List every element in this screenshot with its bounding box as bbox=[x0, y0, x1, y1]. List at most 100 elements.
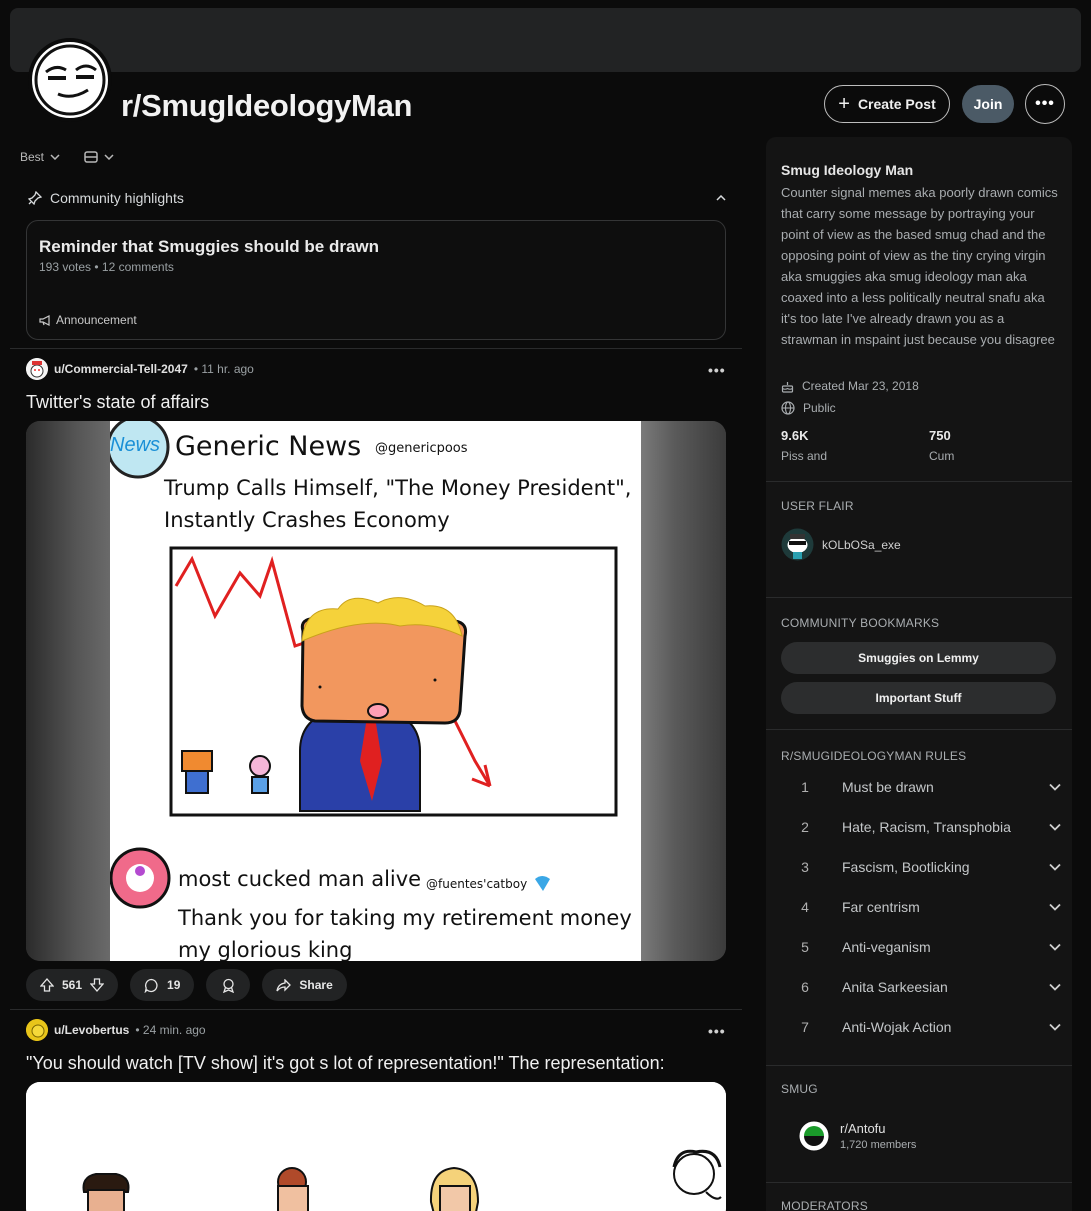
globe-icon bbox=[781, 401, 795, 415]
news-badge-text: News bbox=[110, 434, 160, 456]
more-options-button[interactable]: ••• bbox=[1025, 84, 1065, 124]
community-highlights-header[interactable]: Community highlights bbox=[28, 190, 726, 206]
create-post-label: Create Post bbox=[857, 96, 936, 112]
upvote-count: 561 bbox=[62, 978, 83, 992]
feed-divider bbox=[10, 1009, 742, 1010]
subreddit-banner bbox=[10, 8, 1081, 72]
feed-divider bbox=[10, 348, 742, 349]
post-author[interactable]: u/Levobertus bbox=[54, 1023, 129, 1037]
bookmark-smuggies-on-lemmy[interactable]: Smuggies on Lemmy bbox=[781, 642, 1056, 674]
rule-text: Anita Sarkeesian bbox=[842, 979, 948, 995]
moderators-heading: MODERATORS bbox=[781, 1199, 868, 1211]
meme-image: News Generic News @genericpoos Trump Cal… bbox=[110, 421, 641, 961]
rule-text: Hate, Racism, Transphobia bbox=[842, 819, 1011, 835]
image-blur-left bbox=[26, 421, 110, 961]
community-highlights-label: Community highlights bbox=[50, 190, 184, 206]
rule-number: 2 bbox=[801, 819, 809, 835]
rule-item[interactable]: 2 Hate, Racism, Transphobia bbox=[781, 819, 1061, 835]
upvote-icon[interactable] bbox=[40, 978, 54, 992]
image-blur-right bbox=[641, 421, 726, 961]
rule-item[interactable]: 7 Anti-Wojak Action bbox=[781, 1019, 1061, 1035]
user-flair-avatar bbox=[781, 528, 814, 561]
comment-count: 19 bbox=[167, 978, 181, 992]
rule-item[interactable]: 3 Fascism, Bootlicking bbox=[781, 859, 1061, 875]
related-community[interactable]: r/Antofu 1,720 members bbox=[798, 1120, 916, 1152]
highlight-title[interactable]: Reminder that Smuggies should be drawn bbox=[39, 237, 379, 257]
subreddit-title: r/SmugIdeologyMan bbox=[121, 88, 413, 123]
share-icon bbox=[276, 978, 292, 992]
post-image[interactable]: News Generic News @genericpoos Trump Cal… bbox=[26, 421, 726, 961]
sidebar-divider bbox=[766, 597, 1072, 598]
sort-bar: Best bbox=[20, 150, 114, 164]
community-link-name[interactable]: r/Antofu bbox=[840, 1121, 916, 1136]
rule-number: 1 bbox=[801, 779, 809, 795]
rule-number: 6 bbox=[801, 979, 809, 995]
blob-avatar-icon bbox=[26, 1019, 48, 1041]
rule-item[interactable]: 1 Must be drawn bbox=[781, 779, 1061, 795]
cake-icon bbox=[781, 381, 794, 393]
comment-icon bbox=[144, 978, 158, 993]
comic-drawing bbox=[26, 1082, 726, 1211]
antofu-icon bbox=[798, 1120, 830, 1152]
rules-heading: R/SMUGIDEOLOGYMAN RULES bbox=[781, 749, 967, 763]
community-link-members: 1,720 members bbox=[840, 1139, 917, 1151]
chevron-down-icon bbox=[1049, 983, 1061, 991]
megaphone-icon bbox=[39, 314, 50, 326]
post-time: • 11 hr. ago bbox=[193, 362, 254, 376]
community-sidebar: Smug Ideology Man Counter signal memes a… bbox=[766, 137, 1072, 1211]
community-description: Counter signal memes aka poorly drawn co… bbox=[781, 185, 1058, 347]
post-title[interactable]: Twitter's state of affairs bbox=[26, 392, 209, 413]
post-title[interactable]: "You should watch [TV show] it's got s l… bbox=[26, 1053, 665, 1074]
plus-icon: + bbox=[838, 93, 850, 115]
smug-face-icon bbox=[34, 44, 106, 116]
sort-dropdown[interactable]: Best bbox=[20, 150, 60, 164]
user-flair-name: kOLbOSa_exe bbox=[822, 537, 901, 552]
community-name: Smug Ideology Man bbox=[781, 162, 914, 178]
chevron-down-icon bbox=[1049, 823, 1061, 831]
vote-pill: 561 bbox=[26, 969, 119, 1001]
rule-item[interactable]: 5 Anti-veganism bbox=[781, 939, 1061, 955]
post-options-button[interactable]: ••• bbox=[708, 362, 726, 378]
post-header: u/Levobertus • 24 min. ago bbox=[26, 1019, 206, 1041]
headline-line-1: Trump Calls Himself, "The Money Presiden… bbox=[163, 476, 631, 500]
rule-item[interactable]: 4 Far centrism bbox=[781, 899, 1061, 915]
created-label: Created Mar 23, 2018 bbox=[802, 379, 919, 393]
post-image[interactable] bbox=[26, 1082, 726, 1211]
online-label: Cum bbox=[929, 449, 955, 463]
sidebar-divider bbox=[766, 1182, 1072, 1183]
join-button[interactable]: Join bbox=[962, 85, 1014, 123]
award-button[interactable] bbox=[206, 969, 251, 1001]
user-avatar[interactable] bbox=[26, 1019, 48, 1041]
post-options-button[interactable]: ••• bbox=[708, 1023, 726, 1039]
downvote-icon[interactable] bbox=[90, 978, 105, 992]
headline-line-2: Instantly Crashes Economy bbox=[164, 508, 450, 532]
bookmark-important-stuff[interactable]: Important Stuff bbox=[781, 682, 1056, 714]
share-button[interactable]: Share bbox=[262, 969, 347, 1001]
online-count: 750 bbox=[929, 428, 951, 443]
view-dropdown[interactable] bbox=[84, 151, 114, 163]
highlight-card[interactable]: Reminder that Smuggies should be drawn 1… bbox=[26, 220, 726, 340]
highlight-meta: 193 votes • 12 comments bbox=[39, 260, 174, 274]
create-post-button[interactable]: + Create Post bbox=[824, 85, 950, 123]
created-date: Created Mar 23, 2018 bbox=[781, 379, 919, 393]
award-icon bbox=[222, 978, 234, 993]
user-flair-heading: USER FLAIR bbox=[781, 499, 854, 513]
rule-text: Far centrism bbox=[842, 899, 920, 915]
news-account-handle: @genericpoos bbox=[375, 441, 468, 456]
user-avatar[interactable] bbox=[26, 358, 48, 380]
rule-text: Fascism, Bootlicking bbox=[842, 859, 970, 875]
rule-number: 5 bbox=[801, 939, 809, 955]
meme-drawing: News Generic News @genericpoos Trump Cal… bbox=[110, 421, 641, 961]
post-author[interactable]: u/Commercial-Tell-2047 bbox=[54, 362, 188, 376]
rule-item[interactable]: 6 Anita Sarkeesian bbox=[781, 979, 1061, 995]
chevron-up-icon[interactable] bbox=[716, 195, 726, 201]
chevron-down-icon bbox=[1049, 943, 1061, 951]
comments-button[interactable]: 19 bbox=[130, 969, 195, 1001]
chevron-down-icon bbox=[1049, 783, 1061, 791]
rule-text: Must be drawn bbox=[842, 779, 934, 795]
user-flair[interactable]: kOLbOSa_exe bbox=[781, 528, 901, 561]
smug-heading: SMUG bbox=[781, 1082, 818, 1096]
sidebar-divider bbox=[766, 481, 1072, 482]
pin-icon bbox=[28, 191, 42, 205]
sort-label: Best bbox=[20, 150, 45, 164]
